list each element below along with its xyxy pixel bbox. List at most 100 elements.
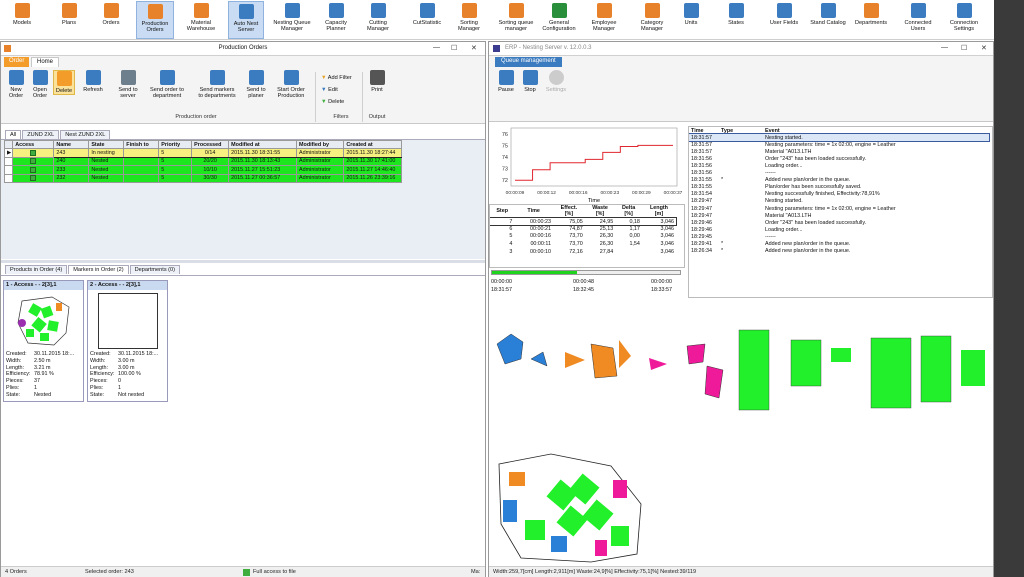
tab-products-in-order[interactable]: Products in Order (4) (5, 265, 68, 274)
column-header[interactable]: Modified at (228, 139, 298, 150)
column-header[interactable]: Priority (158, 139, 193, 150)
column-header[interactable]: Time (689, 127, 719, 134)
column-header[interactable]: Effect. [%] (553, 205, 585, 218)
pause-button[interactable]: Pause (495, 70, 517, 93)
column-header[interactable]: Event (763, 127, 989, 134)
marker-card[interactable]: 2 - Access - - 2[3],1 Created: 30.11.2015… (87, 280, 168, 402)
new-order-button[interactable]: New Order (5, 70, 27, 99)
log-row[interactable]: 18:31:56 Order "243" has been loaded succ… (689, 155, 989, 162)
delete-button[interactable]: Delete (53, 70, 75, 95)
add-filter-button[interactable]: ▼ Add Filter (321, 72, 352, 84)
log-row[interactable]: 18:31:56 Loading order... (689, 162, 989, 169)
column-header[interactable]: Created at (343, 139, 402, 150)
table-row[interactable]: 3 00:00:10 72,16 27,84 3,046 (490, 248, 676, 256)
column-header[interactable]: Type (719, 127, 763, 134)
column-header[interactable]: Modified by (296, 139, 345, 150)
toolbar-button-units[interactable]: Units (676, 1, 706, 39)
send-to-planer-button[interactable]: Send to planer (243, 70, 269, 99)
toolbar-button-sorting-manager[interactable]: Sorting Manager (452, 1, 486, 39)
log-row[interactable]: 18:29:47 Material "A013.LTH (689, 212, 989, 219)
toolbar-button-orders[interactable]: Orders (96, 1, 126, 39)
minimize-icon[interactable]: — (433, 44, 440, 51)
log-row[interactable]: 18:31:55 * Added new plan/order in the que… (689, 177, 989, 184)
toolbar-button-general-configuration[interactable]: General Configuration (538, 1, 580, 39)
column-header[interactable]: Finish to (123, 139, 160, 150)
table-row[interactable]: 6 00:00:21 74,87 25,13 1,17 3,046 (490, 225, 676, 233)
log-row[interactable]: 18:29:47 Nesting parameters: time = 1x 02… (689, 205, 989, 212)
close-icon[interactable]: ✕ (981, 44, 987, 52)
send-markers-to-departments-button[interactable]: Send markers to departments (193, 70, 241, 99)
close-icon[interactable]: ✕ (471, 44, 477, 52)
log-row[interactable]: 18:29:41 * Added new plan/order in the que… (689, 241, 989, 248)
send-order-to-department-button[interactable]: Send order to department (145, 70, 189, 99)
maximize-icon[interactable]: ☐ (961, 44, 967, 52)
print-button[interactable]: Print (366, 70, 388, 93)
log-row[interactable]: 18:29:47 Nesting started. (689, 198, 989, 205)
toolbar-button-employee-manager[interactable]: Employee Manager (584, 1, 624, 39)
column-header[interactable]: Time (514, 205, 554, 218)
tab-markers-in-order[interactable]: Markers in Order (2) (68, 265, 129, 274)
log-row[interactable]: 18:31:57 Nesting started. (689, 133, 990, 143)
column-header[interactable]: Processed (191, 139, 230, 150)
table-row[interactable]: 4 00:00:11 73,70 26,30 1,54 3,046 (490, 240, 676, 248)
toolbar-button-cut-statistic[interactable]: CutStatistic (408, 1, 446, 39)
toolbar-button-cutting-manager[interactable]: Cutting Manager (360, 1, 396, 39)
toolbar-button-user-fields[interactable]: User Fields (764, 1, 804, 39)
maximize-icon[interactable]: ☐ (451, 44, 457, 52)
splitter[interactable] (1, 260, 485, 263)
toolbar-button-plans[interactable]: Plans (54, 1, 84, 39)
tab-home[interactable]: Home (31, 57, 60, 67)
table-row[interactable]: ▶ 243 In nesting 5 0/14 2015.11.30 18:31:55 Ad… (3, 148, 402, 158)
tab-departments[interactable]: Departments (0) (129, 265, 181, 274)
tab-order[interactable]: Order (4, 57, 30, 67)
delete-filter-button[interactable]: ▼ Delete (321, 96, 352, 108)
toolbar-button-production-orders[interactable]: Production Orders (136, 1, 174, 39)
table-row[interactable]: 233 Nested 5 10/10 2015.11.27 15:51:23 Admini… (3, 165, 402, 175)
toolbar-button-auto-nest-server[interactable]: Auto Nest Server (228, 1, 264, 39)
open-order-button[interactable]: Open Order (29, 70, 51, 99)
column-header[interactable]: Length [m] (641, 205, 676, 218)
toolbar-button-stand-catalog[interactable]: Stand Catalog (806, 1, 850, 39)
log-row[interactable]: 18:31:54 Nesting successfully finished, E… (689, 191, 989, 198)
column-header[interactable]: Delta [%] (615, 205, 642, 218)
toolbar-button-nesting-queue[interactable]: Nesting Queue Manager (270, 1, 314, 39)
refresh-button[interactable]: Refresh (79, 70, 107, 93)
log-row[interactable]: 18:31:57 Material "A013.LTH (689, 148, 989, 155)
table-row[interactable]: 240 Nested 5 20/20 2015.11.30 18:13:43 Admini… (3, 156, 402, 167)
log-row[interactable]: 18:29:46 Order "243" has been loaded succ… (689, 219, 989, 226)
toolbar-button-material-warehouse[interactable]: Material Warehouse (182, 1, 220, 39)
toolbar-button-connected-users[interactable]: Connected Users (900, 1, 936, 39)
log-row[interactable]: 18:29:46 Loading order... (689, 226, 989, 233)
minimize-icon[interactable]: — (941, 44, 948, 51)
column-header[interactable]: Waste [%] (584, 205, 616, 218)
send-to-server-button[interactable]: Send to server (115, 70, 141, 99)
log-row[interactable]: 18:29:45 ------ (689, 233, 989, 240)
column-header[interactable]: Access (12, 139, 55, 150)
stop-button[interactable]: Stop (519, 70, 541, 93)
log-row[interactable]: 18:31:56 ------ (689, 170, 989, 177)
toolbar-button-capacity-planner[interactable]: Capacity Planner (318, 1, 354, 39)
log-row[interactable]: 18:31:57 Nesting parameters: time = 1x 02… (689, 141, 989, 148)
table-row[interactable]: 7 00:00:23 75,05 24,95 0,18 3,046 (490, 216, 677, 227)
toolbar-button-departments[interactable]: Departments (852, 1, 890, 39)
column-header[interactable]: Name (53, 139, 90, 150)
table-row[interactable]: 5 00:00:16 73,70 26,30 0,00 3,046 (490, 233, 676, 241)
column-header[interactable]: State (88, 139, 125, 150)
toolbar-button-sorting-queue[interactable]: Sorting queue manager (494, 1, 538, 39)
settings-button[interactable]: Settings (543, 70, 569, 93)
view-tab-all[interactable]: All (5, 130, 22, 139)
toolbar-button-states[interactable]: States (722, 1, 750, 39)
marker-card[interactable]: 1 - Access - - 2[3],1 Created: 30.11.2015… (3, 280, 84, 402)
column-header[interactable]: Step (490, 205, 515, 218)
toolbar-button-category-manager[interactable]: Category Manager (632, 1, 672, 39)
edit-filter-button[interactable]: ▼ Edit (321, 84, 352, 96)
table-row[interactable]: 232 Nested 5 30/30 2015.11.27 00:36:57 Admini… (3, 173, 402, 183)
view-tab-zund[interactable]: ZUND 2XL (22, 130, 60, 139)
start-order-production-button[interactable]: Start Order Production (273, 70, 309, 99)
tab-queue-management[interactable]: Queue management (495, 57, 562, 67)
log-row[interactable]: 18:26:34 * Added new plan/order in the que… (689, 248, 989, 255)
toolbar-button-models[interactable]: Models (8, 1, 36, 39)
toolbar-button-connection-settings[interactable]: Connection Settings (944, 1, 984, 39)
view-tab-nest-zund[interactable]: Nest ZUND 2XL (60, 130, 111, 139)
log-row[interactable]: 18:31:55 Plan/order has been successfully… (689, 184, 989, 191)
